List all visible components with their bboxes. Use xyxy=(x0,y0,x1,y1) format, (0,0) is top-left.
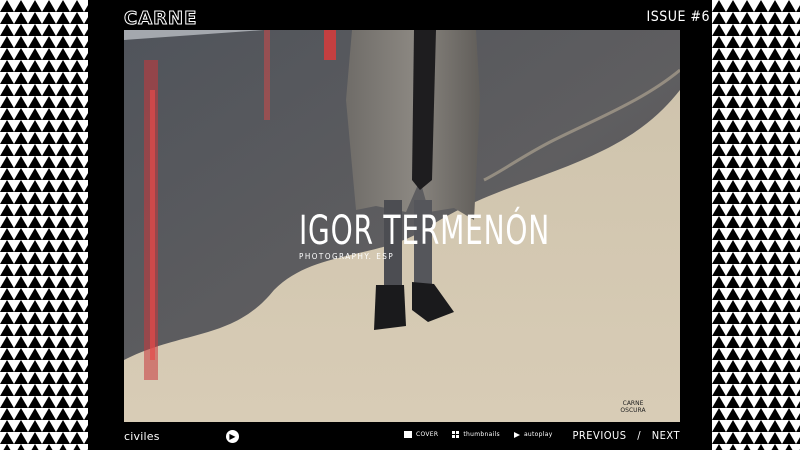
cover-label: COVER xyxy=(416,431,439,438)
issue-number: ISSUE #6 xyxy=(646,9,710,25)
thumbnails-button[interactable]: thumbnails xyxy=(452,431,500,438)
publisher-logo[interactable]: civiles xyxy=(124,430,160,443)
next-button[interactable]: NEXT xyxy=(652,429,680,442)
stamp-logo: CARNE OSCURA xyxy=(620,400,646,414)
autoplay-icon xyxy=(513,431,520,438)
triangle-pattern-left xyxy=(0,0,88,450)
photographer-name: IGOR TERMENÓN xyxy=(299,208,551,254)
cover-button[interactable]: COVER xyxy=(404,431,438,438)
previous-button[interactable]: PREVIOUS xyxy=(572,429,626,442)
nav-separator: / xyxy=(637,429,642,442)
autoplay-label: autoplay xyxy=(523,431,553,438)
thumbnails-label: thumbnails xyxy=(463,431,500,438)
page-photo[interactable]: IGOR TERMENÓN PHOTOGRAPHY. ESP CARNE OSC… xyxy=(124,30,680,422)
autoplay-button[interactable]: autoplay xyxy=(513,431,553,438)
page-navigation: PREVIOUS / NEXT xyxy=(572,429,680,442)
footer-bar: civiles ▶ COVER thumbnails autoplay PREV… xyxy=(124,422,680,450)
triangle-pattern-right xyxy=(712,0,800,450)
thumbnails-icon xyxy=(452,431,460,438)
photographer-subtitle: PHOTOGRAPHY. ESP xyxy=(299,252,395,261)
brand-logo[interactable]: CARNE xyxy=(123,8,197,30)
magazine-viewer: CARNE ISSUE #6 IGOR TERMENÓN PHOTOGRAPHY… xyxy=(88,0,712,450)
play-icon[interactable]: ▶ xyxy=(226,430,239,443)
cover-icon xyxy=(404,431,412,438)
viewer-controls: COVER thumbnails autoplay xyxy=(404,431,553,438)
